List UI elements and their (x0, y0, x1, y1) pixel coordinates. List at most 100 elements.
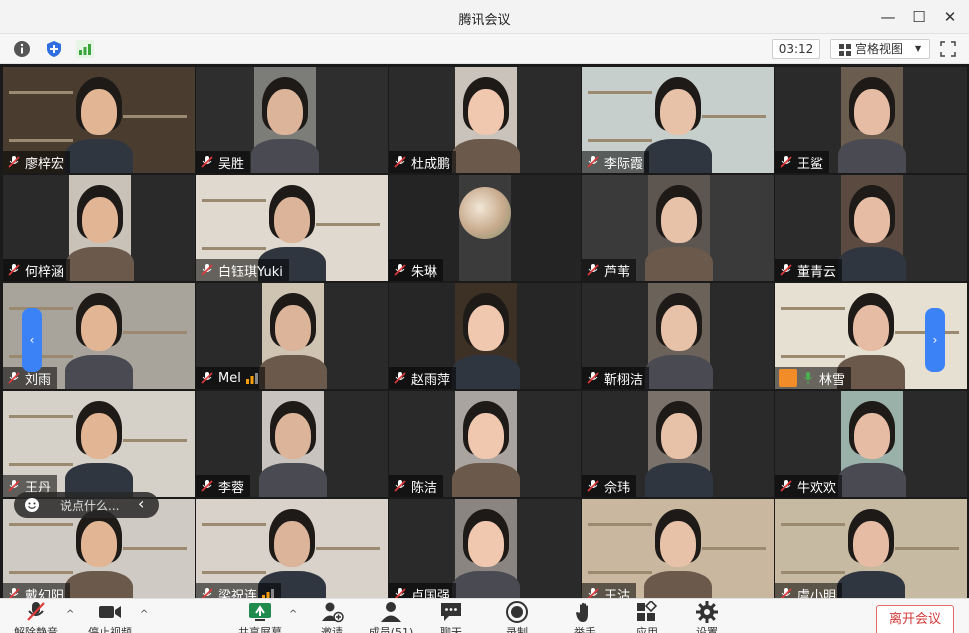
person-face (660, 89, 696, 135)
collapse-chat-icon[interactable]: ‹ (138, 494, 144, 513)
shield-icon[interactable] (45, 40, 63, 58)
person-face (661, 413, 697, 459)
leave-meeting-button[interactable]: 离开会议 (876, 605, 954, 633)
maximize-button[interactable]: ☐ (907, 6, 931, 28)
participant-tile[interactable]: 赵雨萍 (389, 283, 581, 389)
window-title: 腾讯会议 (458, 13, 511, 28)
participant-tile[interactable]: 朱琳 (389, 175, 581, 281)
participant-tile[interactable]: 梁祝连 (196, 499, 388, 605)
participant-tile[interactable]: 吴胜 (196, 67, 388, 173)
view-mode-select[interactable]: 宫格视图 ▼ (830, 39, 930, 59)
participant-tile[interactable]: 何梓涵 (3, 175, 195, 281)
settings-button[interactable]: 设置 (679, 601, 735, 633)
participant-tile[interactable]: 卢国强 (389, 499, 581, 605)
background-shelf (588, 139, 652, 142)
person-body (645, 463, 713, 497)
share-options-caret[interactable]: ^ (289, 609, 301, 621)
participant-name: 李际霞 (604, 156, 644, 172)
participant-tile[interactable]: 董青云 (775, 175, 967, 281)
close-button[interactable]: ✕ (938, 6, 962, 28)
participant-name: Mel (218, 370, 241, 386)
mic-muted-icon (201, 372, 213, 384)
apps-button[interactable]: 应用 (619, 601, 675, 633)
participant-tile[interactable]: 牛欢欢 (775, 391, 967, 497)
share-screen-button[interactable]: 共享屏幕 (232, 601, 288, 633)
prev-page-arrow[interactable]: ‹ (22, 308, 42, 372)
mic-muted-icon (587, 156, 599, 168)
background-shelf (123, 439, 187, 442)
next-page-arrow[interactable]: › (925, 308, 945, 372)
person-body (838, 139, 906, 173)
participant-tile[interactable]: 白钰琪Yuki (196, 175, 388, 281)
person-face (854, 413, 890, 459)
chat-button[interactable]: 聊天 (423, 601, 479, 633)
mic-muted-icon (780, 480, 792, 492)
background-shelf (588, 571, 652, 574)
stop-video-button[interactable]: 停止视频 (82, 601, 138, 633)
person-body (838, 463, 906, 497)
host-icon (779, 369, 797, 387)
participant-tile[interactable]: 陈洁 (389, 391, 581, 497)
participant-tile[interactable]: 王丹 (3, 391, 195, 497)
person-face (81, 521, 117, 567)
person-face (468, 521, 504, 567)
signal-icon[interactable] (76, 40, 94, 58)
participant-tile[interactable]: Mel (196, 283, 388, 389)
gear-icon (696, 601, 718, 623)
title-bar: 腾讯会议 — ☐ ✕ (0, 0, 969, 34)
participant-tile[interactable]: 王沽 (582, 499, 774, 605)
background-shelf (202, 523, 266, 526)
person-face (274, 521, 310, 567)
avatar (459, 187, 511, 239)
invite-button[interactable]: 邀请 (304, 601, 360, 633)
mic-muted-icon (587, 372, 599, 384)
background-shelf (316, 223, 380, 226)
person-body (452, 355, 520, 389)
mic-muted-icon (8, 480, 20, 492)
unmute-button[interactable]: 解除静音 (8, 601, 64, 633)
minimize-button[interactable]: — (876, 6, 900, 28)
participant-name-bar: 廖梓宏 (3, 151, 71, 173)
background-shelf (9, 463, 73, 466)
participant-name-bar: 牛欢欢 (775, 475, 843, 497)
chat-input-bubble[interactable]: 说点什么... ‹ (14, 492, 159, 518)
person-body (259, 355, 327, 389)
participant-tile[interactable]: 虞小明 (775, 499, 967, 605)
record-button[interactable]: 录制 (489, 601, 545, 633)
emoji-icon[interactable] (24, 497, 40, 513)
members-button[interactable]: 成员(51) (363, 601, 419, 633)
person-body (644, 139, 712, 173)
participant-tile[interactable]: 李蓉 (196, 391, 388, 497)
participant-tile[interactable]: 靳栩洁 (582, 283, 774, 389)
participant-name: 赵雨萍 (411, 372, 451, 388)
participant-name: 廖梓宏 (25, 156, 65, 172)
video-options-caret[interactable]: ^ (140, 609, 152, 621)
person-body (66, 247, 134, 281)
participant-tile[interactable]: 佘玮 (582, 391, 774, 497)
participant-tile[interactable]: 李际霞 (582, 67, 774, 173)
person-face (660, 521, 696, 567)
audio-options-caret[interactable]: ^ (66, 609, 78, 621)
background-shelf (702, 115, 766, 118)
participant-name-bar: 何梓涵 (3, 259, 71, 281)
chevron-down-icon: ▼ (915, 44, 922, 53)
participant-name-bar: 朱琳 (389, 259, 444, 281)
raise-hand-button[interactable]: 举手 (557, 601, 613, 633)
video-feed (66, 175, 134, 281)
participant-tile[interactable]: 芦苇 (582, 175, 774, 281)
background-shelf (588, 523, 652, 526)
participant-tile[interactable]: 王鲨 (775, 67, 967, 173)
fullscreen-icon[interactable] (940, 41, 956, 57)
participant-name-bar: Mel (196, 367, 265, 389)
background-shelf (202, 247, 266, 250)
person-face (275, 413, 311, 459)
video-feed (259, 283, 327, 389)
info-icon[interactable] (13, 40, 31, 58)
participant-tile[interactable]: 杜成鹏 (389, 67, 581, 173)
chat-icon (441, 603, 461, 621)
participant-name-bar: 赵雨萍 (389, 367, 457, 389)
person-face (853, 305, 889, 351)
video-feed (452, 283, 520, 389)
participant-tile[interactable]: 廖梓宏 (3, 67, 195, 173)
participant-name-bar: 佘玮 (582, 475, 637, 497)
